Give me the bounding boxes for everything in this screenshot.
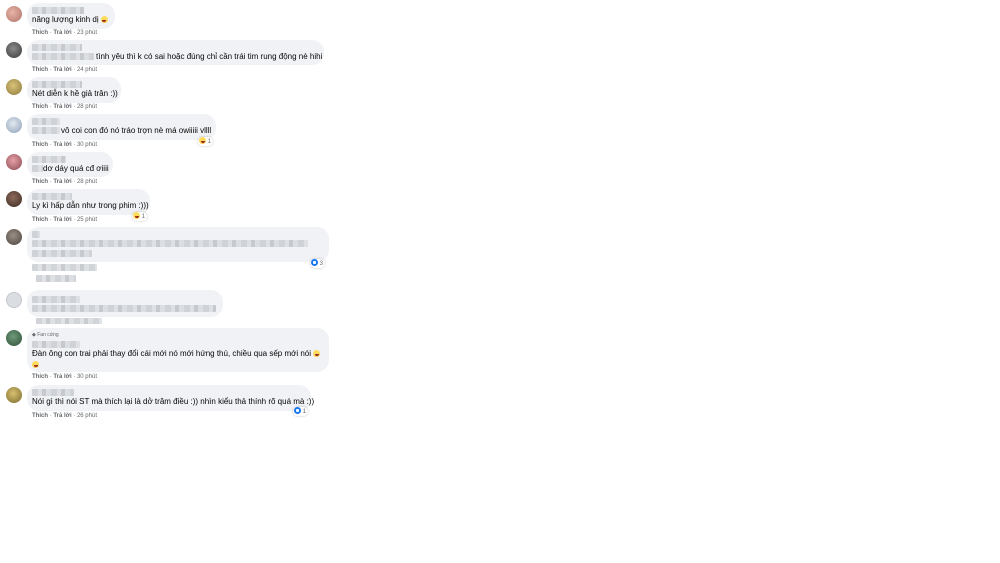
- laughing-emoji-icon: [32, 361, 39, 368]
- comment-bubble: [27, 290, 223, 317]
- avatar[interactable]: [6, 79, 22, 95]
- avatar[interactable]: [6, 6, 22, 22]
- comment-actions: Thích · Trả lời · 28 phút: [32, 104, 97, 110]
- blurred-author-name[interactable]: [32, 296, 80, 303]
- timestamp[interactable]: 24 phút: [77, 67, 97, 73]
- like-link[interactable]: Thích: [32, 30, 48, 36]
- blurred-mention[interactable]: [32, 53, 94, 60]
- timestamp[interactable]: 23 phút: [77, 30, 97, 36]
- comment-bubble: [27, 227, 329, 262]
- blurred-mention[interactable]: [32, 165, 43, 172]
- blurred-comment-text: [32, 305, 216, 312]
- timestamp[interactable]: 30 phút: [77, 142, 97, 148]
- comment-text: năng lượng kinh dị: [32, 15, 108, 25]
- comment-text: Đàn ông con trai phải thay đổi cái mới n…: [32, 349, 321, 359]
- blurred-author-name[interactable]: [32, 44, 82, 51]
- blurred-comment-text: [32, 240, 308, 247]
- reply-link[interactable]: Trả lời: [53, 104, 71, 110]
- reply-link[interactable]: Trả lời: [53, 374, 71, 380]
- timestamp[interactable]: 26 phút: [77, 413, 97, 419]
- comment-text: vô coi con đó nó tráo trợn nè má owiiiii…: [61, 126, 212, 135]
- blurred-comment-actions: [32, 264, 97, 271]
- avatar[interactable]: [6, 191, 22, 207]
- comment-actions: Thích · Trả lời · 24 phút: [32, 67, 97, 73]
- blurred-author-name[interactable]: [32, 193, 72, 200]
- timestamp[interactable]: 25 phút: [77, 217, 97, 223]
- avatar[interactable]: [6, 117, 22, 133]
- comment-text: Ly kì hấp dẫn như trong phim :))): [32, 201, 149, 210]
- like-link[interactable]: Thích: [32, 67, 48, 73]
- avatar[interactable]: [6, 292, 22, 308]
- comment-bubble: dơ dáy quá cđ ơiiii: [27, 152, 113, 177]
- like-reaction-icon: [294, 407, 301, 414]
- like-link[interactable]: Thích: [32, 374, 48, 380]
- timestamp[interactable]: 30 phút: [77, 374, 97, 380]
- comment-text: Nét diễn k hề giả trân :)): [32, 89, 118, 98]
- comment-bubble: Nói gì thì nói ST mà thích lại là dở tră…: [27, 385, 315, 411]
- blurred-comment-text: [32, 250, 92, 257]
- blurred-author-name[interactable]: [32, 118, 60, 125]
- blurred-comment-actions: [36, 275, 76, 282]
- laughing-emoji-icon: [199, 137, 206, 144]
- blurred-author-name[interactable]: [32, 81, 82, 88]
- avatar[interactable]: [6, 387, 22, 403]
- like-link[interactable]: Thích: [32, 413, 48, 419]
- reply-link[interactable]: Trả lời: [53, 142, 71, 148]
- comment-bubble: năng lượng kinh dị: [27, 3, 115, 29]
- reaction-summary[interactable]: 3: [310, 259, 326, 268]
- comment-actions: Thích · Trả lời · 30 phút: [32, 374, 97, 380]
- like-link[interactable]: Thích: [32, 217, 48, 223]
- comment-bubble: ◆ Fan cứng Đàn ông con trai phải thay đổ…: [27, 328, 329, 372]
- reply-link[interactable]: Trả lời: [53, 179, 71, 185]
- blurred-author-name[interactable]: [32, 156, 66, 163]
- diamond-icon: ◆: [32, 332, 36, 338]
- like-link[interactable]: Thích: [32, 179, 48, 185]
- reaction-summary[interactable]: 1: [293, 407, 309, 416]
- like-link[interactable]: Thích: [32, 104, 48, 110]
- comment-actions: Thích · Trả lời · 26 phút: [32, 413, 97, 419]
- fan-badge[interactable]: ◆ Fan cứng: [32, 332, 59, 338]
- comment-bubble: tình yêu thì k có sai hoặc đúng chỉ cần …: [27, 40, 324, 65]
- blurred-author-name[interactable]: [32, 231, 40, 238]
- timestamp[interactable]: 28 phút: [77, 179, 97, 185]
- reply-link[interactable]: Trả lời: [53, 30, 71, 36]
- comment-actions: Thích · Trả lời · 30 phút: [32, 142, 97, 148]
- comment-text: dơ dáy quá cđ ơiiii: [43, 164, 109, 173]
- avatar[interactable]: [6, 330, 22, 346]
- avatar[interactable]: [6, 154, 22, 170]
- timestamp[interactable]: 28 phút: [77, 104, 97, 110]
- reply-link[interactable]: Trả lời: [53, 67, 71, 73]
- like-reaction-icon: [311, 259, 318, 266]
- blurred-mention[interactable]: [32, 127, 60, 134]
- blurred-comment-actions: [36, 318, 102, 324]
- comment-bubble: Nét diễn k hề giả trân :)): [27, 77, 121, 103]
- reply-link[interactable]: Trả lời: [53, 413, 71, 419]
- reply-link[interactable]: Trả lời: [53, 217, 71, 223]
- comment-text: Nói gì thì nói ST mà thích lại là dở tră…: [32, 397, 315, 406]
- comment-text: tình yêu thì k có sai hoặc đúng chỉ cần …: [96, 52, 323, 61]
- comment-bubble: vô coi con đó nó tráo trợn nè má owiiiii…: [27, 114, 216, 140]
- comment-actions: Thích · Trả lời · 25 phút: [32, 217, 97, 223]
- avatar[interactable]: [6, 229, 22, 245]
- comment-bubble: Ly kì hấp dẫn như trong phim :))): [27, 189, 150, 215]
- avatar[interactable]: [6, 42, 22, 58]
- blurred-author-name[interactable]: [32, 389, 74, 396]
- laughing-emoji-icon: [100, 16, 108, 23]
- reaction-summary[interactable]: 1: [198, 137, 214, 146]
- blurred-author-name[interactable]: [32, 7, 84, 14]
- like-link[interactable]: Thích: [32, 142, 48, 148]
- comment-actions: Thích · Trả lời · 23 phút: [32, 30, 97, 36]
- reaction-summary[interactable]: 1: [132, 212, 148, 221]
- laughing-emoji-icon: [133, 212, 140, 219]
- blurred-author-name[interactable]: [32, 341, 80, 348]
- laughing-emoji-icon: [313, 350, 321, 357]
- comment-actions: Thích · Trả lời · 28 phút: [32, 179, 97, 185]
